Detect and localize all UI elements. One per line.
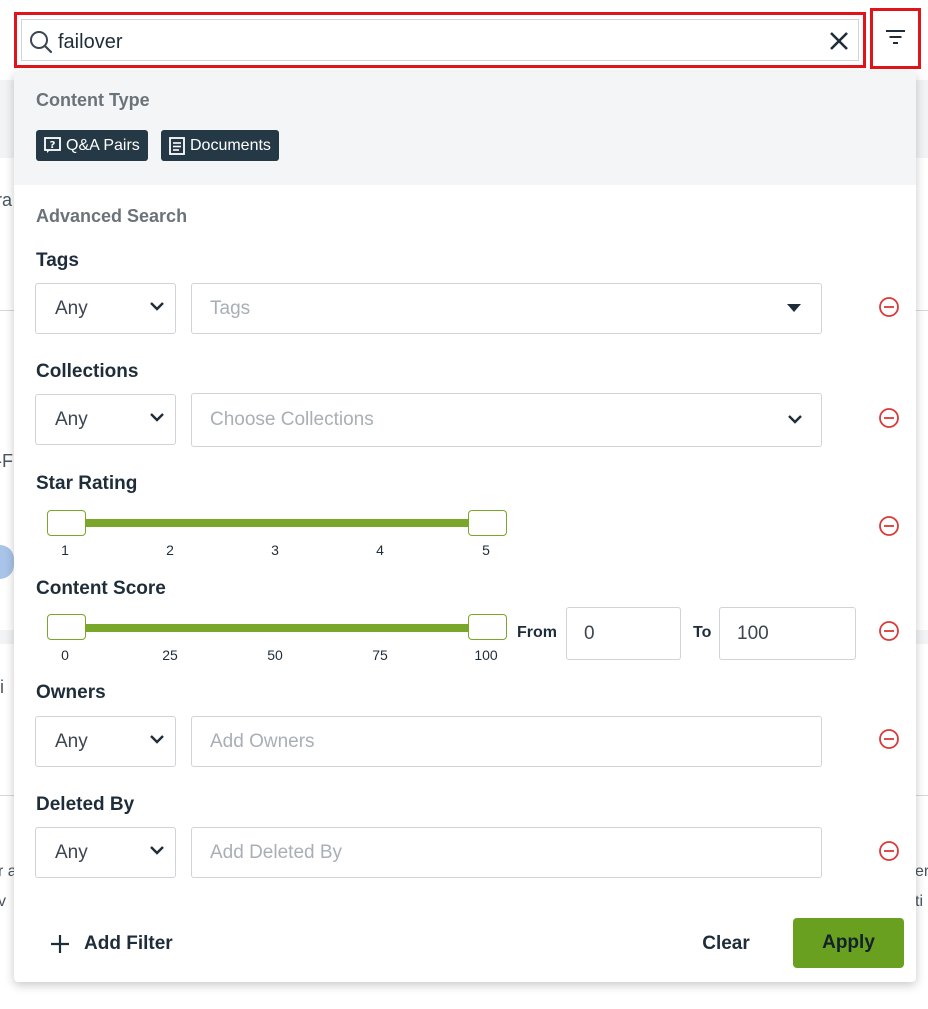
slider-tick: 3 [271,542,279,558]
star-rating-slider-track[interactable] [66,519,496,527]
chevron-down-icon [150,302,164,311]
owners-label: Owners [36,682,106,703]
remove-tags-filter-icon[interactable] [878,296,900,318]
score-to-input[interactable]: 100 [719,607,856,660]
content-type-section: Content Type ? Q&A Pairs Documents [14,72,916,185]
remove-deleted-by-filter-icon[interactable] [878,840,900,862]
chip-label: Q&A Pairs [66,136,140,154]
star-rating-max-handle[interactable] [468,510,507,536]
filter-panel: Content Type ? Q&A Pairs Documents Advan… [14,72,916,982]
clear-button[interactable]: Clear [686,927,766,961]
content-score-label: Content Score [36,578,166,599]
star-rating-min-handle[interactable] [47,510,86,536]
search-input[interactable] [58,25,818,59]
advanced-search-title: Advanced Search [36,206,188,226]
chevron-down-icon [150,846,164,855]
filter-icon [886,30,905,44]
owners-input[interactable]: Add Owners [191,716,822,767]
tags-placeholder: Tags [210,297,251,319]
star-rating-label: Star Rating [36,473,138,494]
background-divider [0,310,14,311]
slider-tick: 50 [267,647,283,663]
content-type-title: Content Type [36,90,150,110]
tags-operator-value: Any [55,297,88,319]
deleted-by-input[interactable]: Add Deleted By [191,827,822,878]
collections-operator-value: Any [55,408,88,430]
background-text-fragment: li [0,677,4,697]
collections-placeholder: Choose Collections [210,409,374,430]
remove-owners-filter-icon[interactable] [878,728,900,750]
slider-tick: 0 [61,647,69,663]
background-text-fragment: ti [915,893,923,910]
document-icon [169,136,185,155]
svg-text:?: ? [50,140,56,151]
qa-icon: ? [44,137,61,153]
slider-tick: 5 [482,542,490,558]
deleted-by-operator-value: Any [55,841,88,863]
tags-operator-select[interactable]: Any [35,283,176,334]
slider-tick: 75 [372,647,388,663]
score-from-input[interactable]: 0 [566,607,681,660]
background-text-fragment: -F [0,451,13,471]
background-text-fragment: er [915,863,928,880]
apply-button[interactable]: Apply [793,918,904,968]
remove-star-rating-filter-icon[interactable] [878,515,900,537]
slider-tick: 25 [162,647,178,663]
score-to-value: 100 [737,622,769,644]
score-from-value: 0 [584,622,595,644]
search-bar [14,12,866,68]
owners-operator-value: Any [55,730,88,752]
chip-documents[interactable]: Documents [161,130,279,161]
collections-operator-select[interactable]: Any [35,394,176,445]
remove-collections-filter-icon[interactable] [878,407,900,429]
chip-qa-pairs[interactable]: ? Q&A Pairs [36,130,148,161]
collections-input[interactable]: Choose Collections [191,393,822,447]
chevron-down-icon [150,413,164,422]
chevron-down-icon [150,735,164,744]
slider-tick: 4 [376,542,384,558]
search-field-container [21,19,859,61]
remove-content-score-filter-icon[interactable] [878,620,900,642]
background-divider [916,310,928,311]
collections-label: Collections [36,361,139,382]
add-filter-label: Add Filter [84,933,173,954]
deleted-by-operator-select[interactable]: Any [35,827,176,878]
owners-placeholder: Add Owners [210,730,315,752]
content-score-max-handle[interactable] [468,614,507,640]
chip-label: Documents [190,136,271,154]
chevron-down-icon[interactable] [787,414,803,424]
slider-tick: 2 [166,542,174,558]
caret-down-icon[interactable] [787,304,801,312]
deleted-by-label: Deleted By [36,794,135,815]
tags-input[interactable]: Tags [191,283,822,334]
slider-tick: 1 [61,542,69,558]
background-divider [916,795,928,796]
content-score-min-handle[interactable] [47,614,86,640]
filter-toggle-button[interactable] [870,8,921,69]
background-text-fragment: ra [0,190,13,210]
slider-tick: 100 [474,647,498,663]
score-from-label: From [517,624,557,641]
tags-label: Tags [36,250,79,271]
owners-operator-select[interactable]: Any [35,716,176,767]
content-score-slider-track[interactable] [66,624,496,632]
plus-icon [51,935,69,953]
background-avatar [0,545,14,579]
score-to-label: To [693,624,712,641]
background-divider [0,795,14,796]
add-filter-button[interactable]: Add Filter [50,929,173,959]
deleted-by-placeholder: Add Deleted By [210,841,343,863]
background-text-fragment: v [0,893,6,910]
search-icon [30,31,53,54]
clear-search-icon[interactable] [828,30,850,52]
